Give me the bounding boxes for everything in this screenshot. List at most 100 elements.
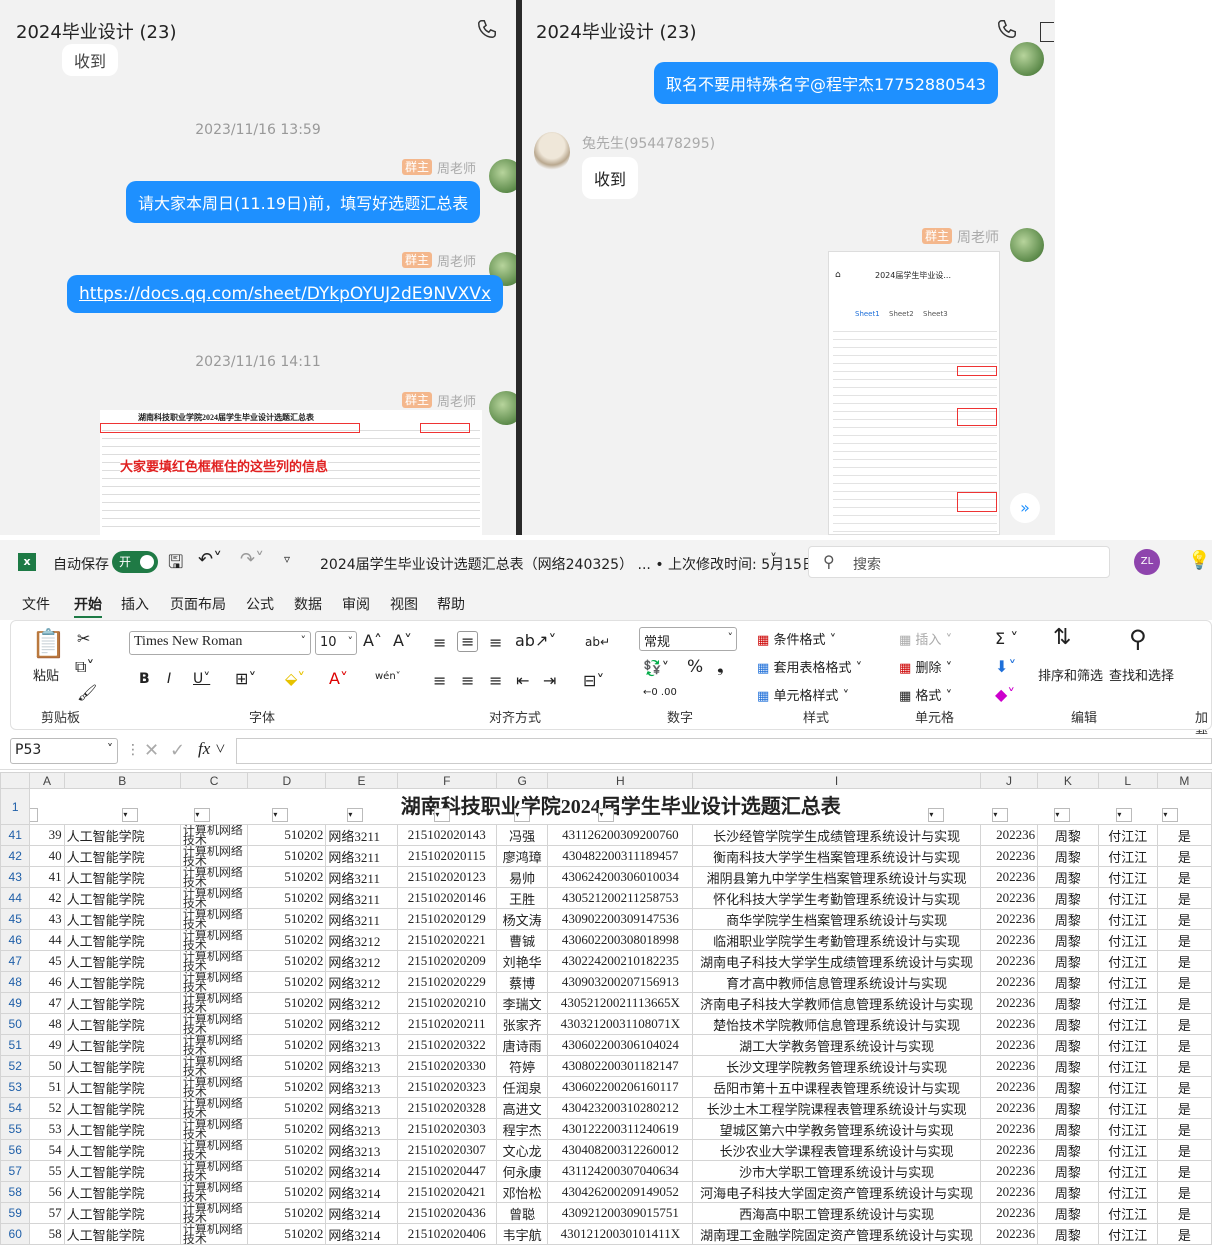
tab-home[interactable]: 开始 (74, 594, 102, 618)
cell[interactable]: 510202 (247, 1055, 327, 1077)
cell[interactable]: 215102020209 (396, 950, 497, 972)
paste-icon[interactable]: 📋 (31, 627, 66, 660)
filter-button[interactable]: ▾ (347, 808, 364, 822)
cell[interactable]: 202236 (979, 929, 1039, 951)
column-header[interactable]: J (979, 772, 1039, 789)
cell[interactable]: 215102020436 (396, 1202, 497, 1224)
cell[interactable]: 计算机网络技术 (179, 1160, 249, 1182)
cut-icon[interactable]: ✂ (77, 629, 90, 648)
cell[interactable]: 215102020330 (396, 1055, 497, 1077)
decrease-indent-icon[interactable]: ⇤ (516, 671, 529, 690)
cell[interactable]: 43 (29, 908, 65, 930)
cell[interactable]: 计算机网络技术 (179, 971, 249, 993)
cell[interactable]: 202236 (979, 1013, 1039, 1035)
image-message[interactable]: 2024届学生毕业设... ⌂ Sheet1 Sheet2 Sheet3 (828, 251, 1000, 535)
cell[interactable]: 430802200301182147 (547, 1055, 694, 1077)
row-header[interactable]: 43 (0, 866, 31, 888)
cell[interactable]: 55 (29, 1160, 65, 1182)
cell[interactable]: 是 (1156, 1118, 1212, 1140)
cell[interactable]: 人工智能学院 (63, 824, 181, 846)
cell[interactable]: 付江江 (1097, 971, 1158, 993)
cell[interactable]: 43052120021113665X (547, 992, 694, 1014)
cell[interactable]: 网络3211 (325, 845, 398, 867)
cell[interactable]: 510202 (247, 1223, 327, 1245)
cell[interactable]: 付江江 (1097, 992, 1158, 1014)
cell[interactable]: 周黎 (1037, 1097, 1099, 1119)
number-format-select[interactable]: 常规 ˅ (639, 627, 737, 651)
row-header[interactable]: 51 (0, 1034, 31, 1056)
underline-button[interactable]: U˅ (193, 671, 210, 687)
cell[interactable]: 曹铖 (495, 929, 549, 951)
column-header[interactable]: E (325, 772, 398, 789)
row-header[interactable]: 54 (0, 1097, 31, 1119)
cell[interactable]: 程宇杰 (495, 1118, 549, 1140)
filter-button[interactable]: ▾ (1162, 808, 1179, 822)
cell[interactable]: 网络3213 (325, 1139, 398, 1161)
cell[interactable]: 431126200309200760 (547, 824, 694, 846)
cell[interactable]: 长沙农业大学课程表管理系统设计与实现 (692, 1139, 981, 1161)
cell[interactable]: 网络3213 (325, 1118, 398, 1140)
format-painter-icon[interactable]: 🖌 (77, 683, 97, 702)
cell[interactable]: 付江江 (1097, 1076, 1158, 1098)
cell[interactable]: 周黎 (1037, 950, 1099, 972)
cell[interactable]: 是 (1156, 1223, 1212, 1245)
cell[interactable]: 曾聪 (495, 1202, 549, 1224)
table-format-button[interactable]: ▦ 套用表格格式 ˅ (757, 657, 862, 676)
cell[interactable]: 51 (29, 1076, 65, 1098)
avatar[interactable] (1010, 42, 1044, 76)
scroll-down-icon[interactable]: » (1010, 493, 1040, 523)
cell[interactable]: 付江江 (1097, 1118, 1158, 1140)
cell[interactable]: 济南电子科技大学教师信息管理系统设计与实现 (692, 992, 981, 1014)
cell[interactable]: 215102020447 (396, 1160, 497, 1182)
cell[interactable]: 215102020143 (396, 824, 497, 846)
cell[interactable]: 付江江 (1097, 845, 1158, 867)
more-icon[interactable]: ⋮ (126, 742, 140, 758)
cell[interactable]: 430602200308018998 (547, 929, 694, 951)
column-header[interactable]: G (495, 772, 549, 789)
cell[interactable]: 215102020303 (396, 1118, 497, 1140)
cell[interactable]: 计算机网络技术 (179, 1223, 249, 1245)
align-left-icon[interactable]: ≡ (433, 671, 446, 690)
cell[interactable]: 人工智能学院 (63, 1160, 181, 1182)
cell[interactable]: 215102020421 (396, 1181, 497, 1203)
cell[interactable]: 高进文 (495, 1097, 549, 1119)
cell[interactable]: 计算机网络技术 (179, 1055, 249, 1077)
cell[interactable]: 西海高中职工管理系统设计与实现 (692, 1202, 981, 1224)
cell[interactable]: 网络3212 (325, 950, 398, 972)
cell[interactable]: 56 (29, 1181, 65, 1203)
row-header[interactable]: 58 (0, 1181, 31, 1203)
phone-icon[interactable] (996, 18, 1018, 40)
cell[interactable]: 湘阴县第九中学学生档案管理系统设计与实现 (692, 866, 981, 888)
cell[interactable]: 湖南电子科技大学学生成绩管理系统设计与实现 (692, 950, 981, 972)
cell[interactable]: 430408200312260012 (547, 1139, 694, 1161)
redo-icon[interactable]: ↷˅ (240, 549, 264, 570)
image-message[interactable]: 湖南科技职业学院2024届学生毕业设计选题汇总表 大家要填红色框框住的这些列的信… (100, 410, 482, 535)
font-select[interactable]: Times New Roman ˅ (129, 631, 311, 655)
message-bubble[interactable]: 收到 (582, 157, 639, 199)
cell[interactable]: 计算机网络技术 (179, 1202, 249, 1224)
sort-filter-icon[interactable]: ⇅ (1053, 625, 1071, 650)
cell[interactable]: 刘艳华 (495, 950, 549, 972)
cell[interactable]: 510202 (247, 824, 327, 846)
align-top-icon[interactable]: ≡ (433, 633, 446, 652)
cell[interactable]: 45 (29, 950, 65, 972)
cell[interactable]: 沙市大学职工管理系统设计与实现 (692, 1160, 981, 1182)
cell[interactable]: 510202 (247, 929, 327, 951)
cell[interactable]: 文心龙 (495, 1139, 549, 1161)
cell[interactable]: 湖南理工金融学院固定资产管理系统设计与实现 (692, 1223, 981, 1245)
cell[interactable]: 430921200309015751 (547, 1202, 694, 1224)
cell[interactable]: 202236 (979, 950, 1039, 972)
cell[interactable]: 怀化科技大学学生考勤管理系统设计与实现 (692, 887, 981, 909)
column-header[interactable]: A (29, 772, 65, 789)
cell[interactable]: 易帅 (495, 866, 549, 888)
cell[interactable]: 韦宇航 (495, 1223, 549, 1245)
cell[interactable]: 510202 (247, 1097, 327, 1119)
row-header[interactable]: 1 (0, 788, 31, 825)
cell[interactable]: 431124200307040634 (547, 1160, 694, 1182)
cell[interactable]: 临湘职业学院学生考勤管理系统设计与实现 (692, 929, 981, 951)
increase-indent-icon[interactable]: ⇥ (543, 671, 556, 690)
cell[interactable]: 计算机网络技术 (179, 1097, 249, 1119)
cell[interactable]: 202236 (979, 1139, 1039, 1161)
avatar[interactable] (489, 391, 516, 425)
column-header[interactable]: I (692, 772, 981, 789)
